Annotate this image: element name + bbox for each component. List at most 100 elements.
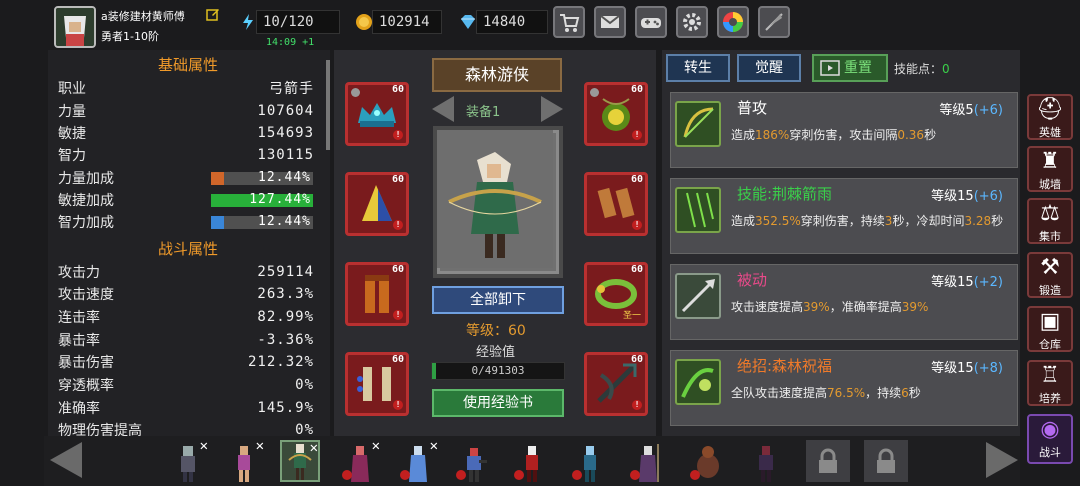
exp-bar-fill [432, 363, 436, 379]
skill-card-forest-blessing[interactable]: 绝招:森林祝福 等级15(+8) 全队攻击速度提高76.5%，持续6秒 [670, 350, 1018, 426]
alert-icon: ! [393, 220, 403, 230]
chest-icon: ▣ [1039, 309, 1061, 334]
stat-row-str: 力量 107604 [58, 103, 314, 120]
mail-icon [600, 15, 620, 28]
merchant-icon: ⚖ [1040, 201, 1060, 226]
hero-slot-6[interactable] [454, 440, 494, 482]
nav-warehouse[interactable]: ▣ 仓库 [1027, 306, 1073, 352]
equip-slot-ring[interactable]: 60 圣一 [584, 262, 648, 326]
exp-label: 经验值 [476, 345, 516, 360]
attributes-scrollbar[interactable] [326, 60, 330, 150]
class-title-banner: 森林游侠 [432, 58, 562, 92]
gamepad-icon [641, 18, 661, 28]
shop-icon [560, 14, 580, 32]
ranger-character-image [437, 130, 553, 268]
equipment-set-label: 装备1 [466, 105, 501, 120]
stat-row-int: 智力 130115 [58, 147, 314, 164]
edit-icon[interactable] [206, 7, 220, 21]
equip-slot-weapon[interactable]: 60! [584, 352, 648, 416]
stat-row-acc: 准确率 145.9% [58, 400, 314, 417]
gold-counter: 102914 [356, 10, 442, 34]
player-avatar[interactable] [54, 6, 96, 48]
stat-row-phys: 物理伤害提高 0% [58, 422, 314, 436]
bow-skill-icon [675, 101, 721, 147]
alert-icon: ! [393, 310, 403, 320]
character-level: 等级：60 [466, 323, 526, 339]
info-icon [351, 88, 360, 97]
hero-slot-11[interactable] [746, 440, 786, 482]
mail-button[interactable] [594, 6, 626, 38]
diamond-icon [461, 15, 475, 29]
attributes-panel[interactable]: 基础属性 职业 弓箭手 力量 107604 敏捷 154693 智力 130115 力量… [48, 50, 330, 436]
gamepad-button[interactable] [635, 6, 667, 38]
lock-icon [819, 448, 837, 473]
energy-timer: 14:09 +1 [266, 37, 315, 48]
nav-hero[interactable]: ⛑ 英雄 [1027, 94, 1073, 140]
alert-icon: ! [393, 400, 403, 410]
hero-slot-3-selected[interactable]: ✕ [280, 440, 320, 482]
stat-row-agi: 敏捷 154693 [58, 125, 314, 142]
feather-button[interactable] [758, 6, 790, 38]
settings-button[interactable] [676, 6, 708, 38]
skill-card-passive[interactable]: 被动 等级15(+2) 攻击速度提高39%，准确率提高39% [670, 264, 1018, 340]
stat-row-atk: 攻击力 259114 [58, 264, 314, 281]
community-button[interactable] [717, 6, 749, 38]
stat-row-pierce: 穿透概率 0% [58, 377, 314, 394]
hero-slot-locked-2[interactable] [864, 440, 908, 482]
blessing-skill-icon [675, 359, 721, 405]
reset-button[interactable]: 重置 [812, 54, 888, 82]
battle-attributes-title: 战斗属性 [157, 240, 218, 258]
alert-icon: ! [632, 400, 642, 410]
stat-row-crit: 暴击率 -3.36% [58, 332, 314, 349]
prev-set-arrow[interactable] [432, 96, 454, 122]
castle-icon: ♜ [1040, 149, 1060, 174]
equip-slot-amulet[interactable]: 60! [584, 82, 648, 146]
nav-market[interactable]: ⚖ 集市 [1027, 198, 1073, 244]
skill-card-thorn-rain[interactable]: 技能:荆棘箭雨 等级15(+6) 造成352.5%穿刺伤害，持续3秒，冷却时间3… [670, 178, 1018, 254]
nav-forge[interactable]: ⚒ 锻造 [1027, 252, 1073, 298]
tab-rebirth[interactable]: 转生 [666, 54, 730, 82]
energy-icon [243, 14, 253, 30]
hero-slot-8[interactable] [570, 440, 610, 482]
hero-slot-5[interactable]: ✕ [398, 438, 438, 482]
energy-counter: 10/120 [243, 10, 340, 34]
shutter-icon [723, 12, 743, 32]
equip-slot-head[interactable]: 60! [345, 82, 409, 146]
alert-icon: ! [632, 130, 642, 140]
gem-counter: 14840 [461, 10, 548, 34]
hero-slot-4[interactable]: ✕ [340, 438, 380, 482]
hero-scroll-right-arrow[interactable] [986, 442, 1018, 478]
chalice-icon: ♖ [1040, 363, 1060, 388]
warrior-hero-icon [181, 446, 195, 482]
int-bonus-bar: 12.44% [211, 214, 313, 229]
hammer-icon: ⚒ [1040, 255, 1060, 280]
use-exp-book-button[interactable]: 使用经验书 [432, 389, 564, 417]
nav-battle[interactable]: ◉ 战斗 [1027, 414, 1073, 464]
nav-train[interactable]: ♖ 培养 [1027, 360, 1073, 406]
hero-slot-10[interactable] [688, 440, 728, 482]
equip-slot-boots[interactable]: 60! [345, 352, 409, 416]
shop-button[interactable] [553, 6, 585, 38]
hero-slot-2[interactable]: ✕ [224, 438, 264, 482]
player-rank: 勇者1-10阶 [101, 30, 159, 43]
hero-slot-locked-1[interactable] [806, 440, 850, 482]
equip-slot-legs[interactable]: 60! [345, 262, 409, 326]
player-name: a装修建材黄师傅 [101, 10, 185, 23]
stat-row-job: 职业 弓箭手 [58, 81, 314, 97]
hero-slot-7[interactable] [512, 440, 552, 482]
gear-icon [683, 13, 701, 31]
agi-bonus-bar: 127.44% [211, 192, 313, 207]
skill-card-basic-attack[interactable]: 普攻 等级5(+6) 造成186%穿刺伤害，攻击间隔0.36秒 [670, 92, 1018, 168]
next-set-arrow[interactable] [541, 96, 563, 122]
nav-wall[interactable]: ♜ 城墙 [1027, 146, 1073, 192]
hero-slot-9[interactable] [628, 440, 668, 482]
tab-awaken[interactable]: 觉醒 [737, 54, 801, 82]
hero-portrait [433, 126, 563, 278]
equip-slot-cape[interactable]: 60! [345, 172, 409, 236]
hero-slot-1[interactable]: ✕ [168, 438, 208, 482]
unequip-all-button[interactable]: 全部卸下 [432, 286, 564, 314]
portal-icon: ◉ [1040, 417, 1060, 442]
equip-slot-bracers[interactable]: 60! [584, 172, 648, 236]
hero-scroll-left-arrow[interactable] [50, 442, 82, 478]
amazon-hero-icon [238, 446, 250, 482]
